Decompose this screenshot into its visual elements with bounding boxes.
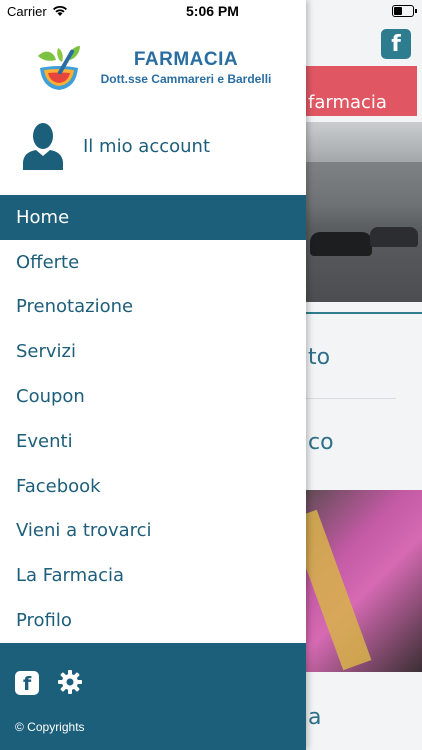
gear-icon[interactable] (57, 669, 83, 695)
navigation-drawer: FARMACIA Dott.sse Cammareri e Bardelli I… (0, 0, 306, 750)
status-time: 5:06 PM (186, 3, 239, 19)
pharmacy-logo (38, 46, 80, 90)
battery-icon (392, 5, 417, 17)
background-item-3[interactable]: a (300, 705, 422, 730)
my-account-link[interactable]: Il mio account (0, 118, 306, 176)
menu-item-prenotazione[interactable]: Prenotazione (0, 285, 306, 330)
background-separator (300, 398, 396, 399)
background-divider (300, 312, 422, 314)
brand-subtitle: Dott.sse Cammareri e Bardelli (100, 72, 272, 86)
brand-name: FARMACIA (133, 49, 239, 70)
drawer-footer: f © Copyrights (0, 643, 306, 750)
menu-item-facebook[interactable]: Facebook (0, 464, 306, 509)
facebook-icon[interactable]: f (15, 671, 39, 695)
menu-item-eventi[interactable]: Eventi (0, 419, 306, 464)
menu-item-profilo[interactable]: Profilo (0, 598, 306, 643)
wifi-icon (53, 5, 67, 16)
my-account-label: Il mio account (83, 136, 211, 157)
user-avatar-icon (23, 123, 63, 170)
status-bar: Carrier 5:06 PM (0, 0, 422, 24)
background-item-1[interactable]: to (300, 345, 422, 370)
background-banner: farmacia (300, 66, 417, 116)
background-item-2[interactable]: co (300, 430, 422, 455)
background-facebook-icon[interactable]: f (381, 29, 411, 59)
menu-item-offerte[interactable]: Offerte (0, 240, 306, 285)
background-pharmacy-photo (300, 122, 422, 302)
menu-item-servizi[interactable]: Servizi (0, 329, 306, 374)
menu-item-coupon[interactable]: Coupon (0, 374, 306, 419)
menu-item-home[interactable]: Home (0, 195, 306, 240)
carrier-label: Carrier (7, 4, 47, 19)
main-menu: Home Offerte Prenotazione Servizi Coupon… (0, 195, 306, 643)
background-gift-photo (288, 490, 422, 672)
copyright-text: © Copyrights (15, 720, 85, 734)
menu-item-vieni-a-trovarci[interactable]: Vieni a trovarci (0, 509, 306, 554)
menu-item-la-farmacia[interactable]: La Farmacia (0, 553, 306, 598)
